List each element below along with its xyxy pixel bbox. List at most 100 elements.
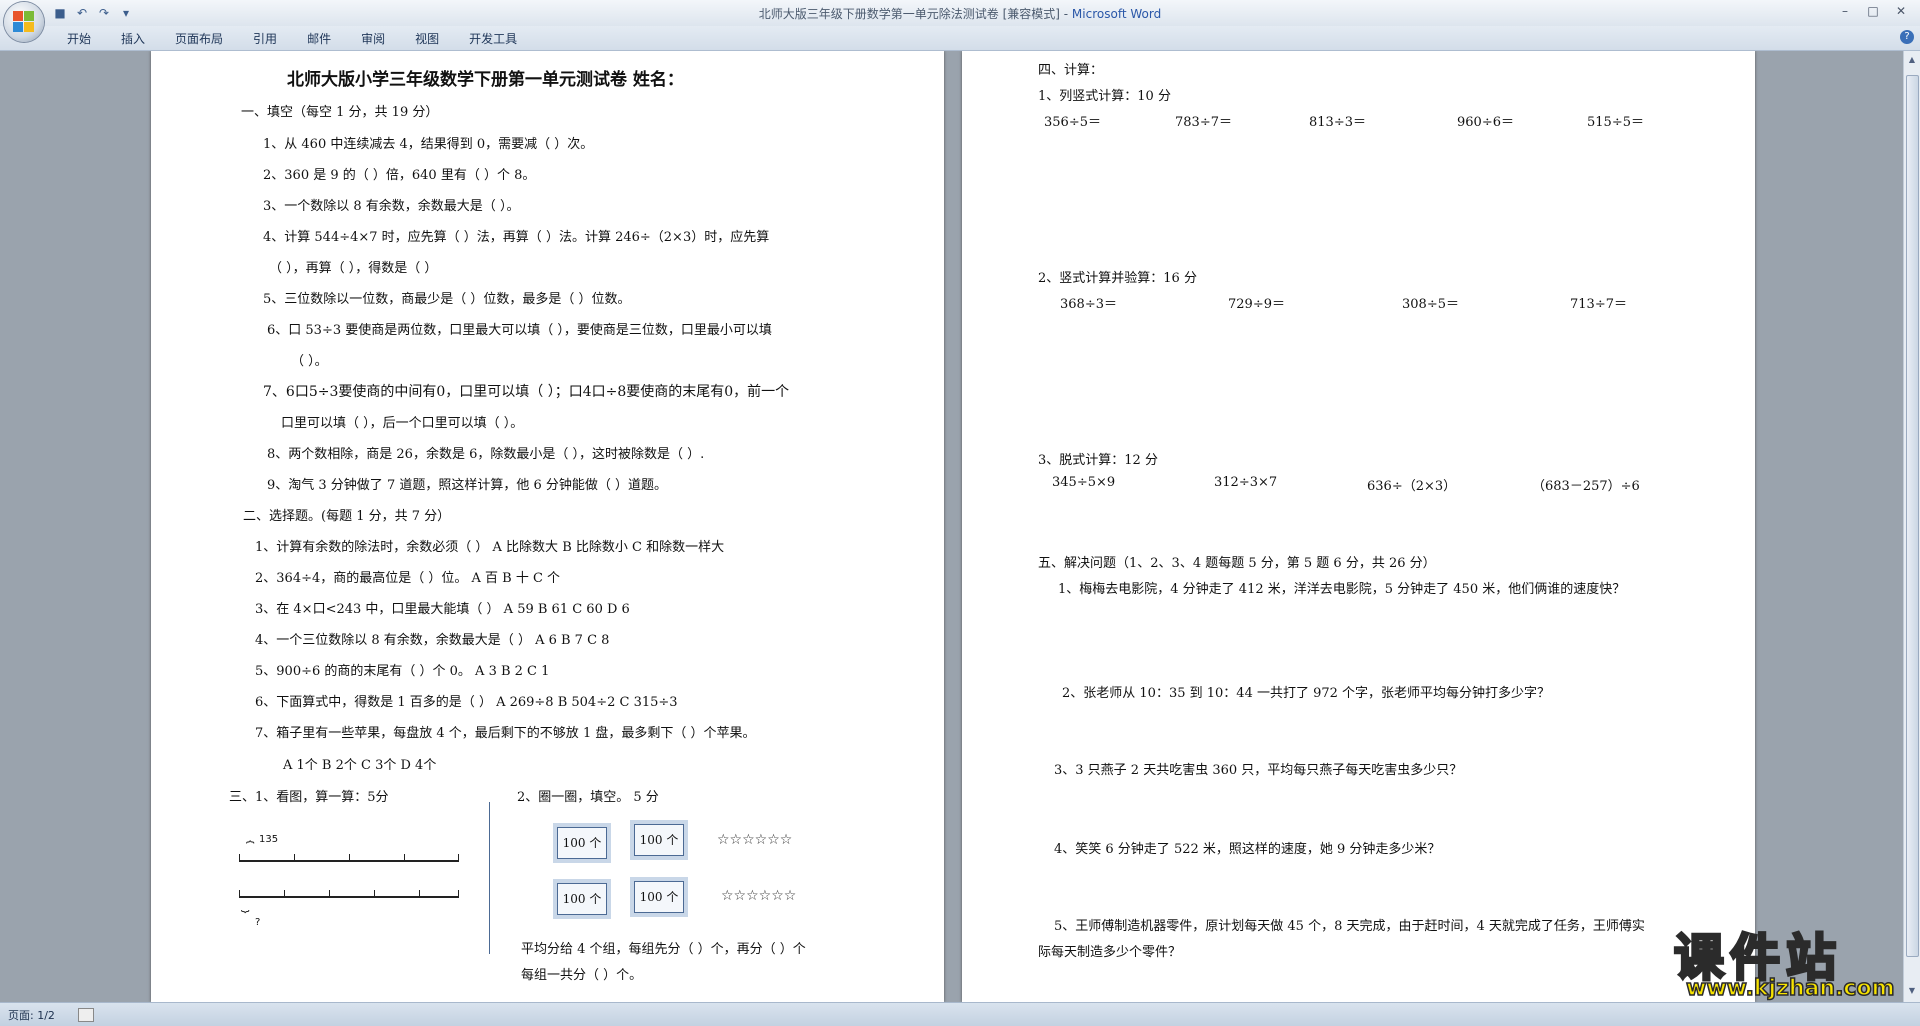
- calc-729: 729÷9＝: [1228, 297, 1285, 312]
- fill-item-8: 8、两个数相除，商是 26，余数是 6，除数最小是（ ），这时被除数是（ ）.: [267, 447, 705, 462]
- status-bar: 页面: 1/2: [0, 1002, 1920, 1026]
- title-bar: ■ ↶ ↷ ▾ 北师大版三年级下册数学第一单元除法测试卷 [兼容模式] - Mi…: [0, 0, 1920, 27]
- proofing-icon[interactable]: [78, 1008, 94, 1022]
- tab-references[interactable]: 引用: [238, 30, 292, 48]
- document-title: 北师大版三年级下册数学第一单元除法测试卷 [兼容模式] -: [758, 7, 1072, 21]
- tick: [284, 890, 285, 898]
- close-icon[interactable]: ✕: [1888, 2, 1914, 20]
- tab-insert[interactable]: 插入: [106, 30, 160, 48]
- maximize-icon[interactable]: □: [1860, 2, 1886, 20]
- choice-item-7-options: A 1个 B 2个 C 3个 D 4个: [283, 758, 437, 773]
- tick: [329, 890, 330, 898]
- choice-item-1: 1、计算有余数的除法时，余数必须（ ） A 比除数大 B 比除数小 C 和除数一…: [255, 540, 725, 555]
- watermark-logo: 课件站 www.kjzhan.com: [1673, 918, 1898, 1002]
- minimize-icon[interactable]: –: [1832, 2, 1858, 20]
- calc-312: 312÷3×7: [1214, 475, 1278, 490]
- section5-heading: 五、解决问题（1、2、3、4 题每题 5 分，第 5 题 6 分，共 26 分）: [1038, 556, 1436, 571]
- section4-heading: 四、计算：: [1038, 63, 1104, 78]
- brace-bottom: ⏟: [241, 897, 250, 913]
- fill-item-7: 7、6口5÷3要使商的中间有0，口里可以填（ ）；口4口÷8要使商的末尾有0，前…: [263, 384, 790, 400]
- problem-3: 3、3 只燕子 2 天共吃害虫 360 只，平均每只燕子每天吃害虫多少只？: [1054, 763, 1463, 778]
- section4-sub1: 1、列竖式计算：10 分: [1038, 89, 1171, 104]
- fill-item-4-cont: （ ），再算（ ），得数是（ ）: [269, 261, 438, 276]
- page-1[interactable]: 北师大版小学三年级数学下册第一单元测试卷 姓名： 一、填空（每空 1 分，共 1…: [151, 51, 944, 1002]
- choice-item-7: 7、箱子里有一些苹果，每盘放 4 个，最后剩下的不够放 1 盘，最多剩下（ ）个…: [255, 726, 756, 741]
- tab-page-layout[interactable]: 页面布局: [160, 30, 238, 48]
- calc-356: 356÷5＝: [1044, 115, 1101, 130]
- section-divider: [489, 802, 490, 954]
- stars-row-1: ☆☆☆☆☆☆: [717, 832, 793, 848]
- help-icon[interactable]: ?: [1900, 30, 1914, 44]
- scrollbar-thumb[interactable]: [1906, 75, 1919, 957]
- calc-713: 713÷7＝: [1570, 297, 1627, 312]
- document-area: 北师大版小学三年级数学下册第一单元测试卷 姓名： 一、填空（每空 1 分，共 1…: [0, 51, 1904, 1002]
- tick: [404, 854, 405, 862]
- scroll-down-icon[interactable]: ▼: [1906, 986, 1918, 998]
- scroll-up-icon[interactable]: ▲: [1906, 55, 1918, 67]
- office-button[interactable]: [4, 2, 44, 42]
- tick: [239, 890, 240, 898]
- fill-item-3: 3、一个数除以 8 有余数，余数最大是（ ）。: [263, 199, 520, 214]
- box-100-b: 100 个: [634, 824, 684, 856]
- fill-item-2: 2、360 是 9 的（ ）倍，640 里有（ ）个 8。: [263, 168, 536, 183]
- section4-sub3: 3、脱式计算：12 分: [1038, 453, 1158, 468]
- problem-5: 5、王师傅制造机器零件，原计划每天做 45 个，8 天完成，由于赶时间，4 天就…: [1054, 919, 1645, 934]
- status-page-number[interactable]: 页面: 1/2: [8, 1007, 55, 1023]
- tab-home[interactable]: 开始: [52, 30, 106, 48]
- tick: [419, 890, 420, 898]
- choice-item-2: 2、364÷4，商的最高位是（ ）位。 A 百 B 十 C 个: [255, 571, 561, 586]
- tab-mailings[interactable]: 邮件: [292, 30, 346, 48]
- fill-item-1: 1、从 460 中连续减去 4，结果得到 0，需要减（ ）次。: [263, 137, 594, 152]
- box-100-a: 100 个: [557, 827, 607, 859]
- tab-view[interactable]: 视图: [400, 30, 454, 48]
- vertical-scrollbar[interactable]: ▲ ▼: [1903, 51, 1920, 1002]
- calc-345: 345÷5×9: [1052, 475, 1116, 490]
- problem-2: 2、张老师从 10：35 到 10：44 一共打了 972 个字，张老师平均每分…: [1062, 686, 1551, 701]
- tick: [294, 854, 295, 862]
- fill-item-9: 9、淘气 3 分钟做了 7 道题，照这样计算，他 6 分钟能做（ ）道题。: [267, 478, 668, 493]
- window-controls: – □ ✕: [1832, 2, 1914, 20]
- tick: [239, 854, 240, 862]
- tab-review[interactable]: 审阅: [346, 30, 400, 48]
- choice-item-6: 6、下面算式中，得数是 1 百多的是（ ） A 269÷8 B 504÷2 C …: [255, 695, 678, 710]
- choice-item-3: 3、在 4×口<243 中，口里最大能填（ ） A 59 B 61 C 60 D…: [255, 602, 630, 617]
- tick: [349, 854, 350, 862]
- distribute-text-1: 平均分给 4 个组，每组先分（ ）个，再分（ ）个: [521, 942, 806, 957]
- segment-label-unknown: ?: [255, 917, 261, 928]
- calc-683: （683－257）÷6: [1532, 479, 1640, 494]
- problem-4: 4、笑笑 6 分钟走了 522 米，照这样的速度，她 9 分钟走多少米？: [1054, 842, 1441, 857]
- section4-sub2: 2、竖式计算并验算：16 分: [1038, 271, 1197, 286]
- window-title: 北师大版三年级下册数学第一单元除法测试卷 [兼容模式] - Microsoft …: [0, 5, 1920, 22]
- calc-308: 308÷5＝: [1402, 297, 1459, 312]
- stars-row-2: ☆☆☆☆☆☆: [721, 888, 797, 904]
- watermark-url: www.kjzhan.com: [1685, 975, 1895, 1002]
- fill-item-6: 6、口 53÷3 要使商是两位数，口里最大可以填（ ），要使商是三位数，口里最小…: [267, 323, 772, 338]
- line-diagram-bottom: [239, 896, 459, 898]
- calc-515: 515÷5＝: [1587, 115, 1644, 130]
- app-name: Microsoft Word: [1071, 7, 1162, 21]
- fill-item-6-cont: （ ）。: [291, 354, 328, 369]
- choice-item-4: 4、一个三位数除以 8 有余数，余数最大是（ ） A 6 B 7 C 8: [255, 633, 610, 648]
- distribute-text-2: 每组一共分（ ）个。: [521, 968, 643, 983]
- calc-636: 636÷（2×3）: [1367, 479, 1457, 494]
- brace-top: ⏞: [246, 841, 255, 857]
- fill-item-7-cont: 口里可以填（ ），后一个口里可以填（ ）。: [281, 416, 524, 431]
- problem-5-cont: 际每天制造多少个零件？: [1038, 945, 1182, 960]
- tick: [374, 890, 375, 898]
- ribbon-tab-bar: 开始 插入 页面布局 引用 邮件 审阅 视图 开发工具 ?: [0, 26, 1920, 51]
- section2-heading: 二、选择题。(每题 1 分，共 7 分）: [243, 509, 451, 524]
- calc-783: 783÷7＝: [1175, 115, 1232, 130]
- segment-label-135: 135: [259, 834, 279, 845]
- calc-813: 813÷3＝: [1309, 115, 1366, 130]
- tab-developer[interactable]: 开发工具: [454, 30, 532, 48]
- section3-heading: 三、1、看图，算一算：5分: [229, 790, 389, 805]
- calc-960: 960÷6＝: [1457, 115, 1514, 130]
- page-2[interactable]: 四、计算： 1、列竖式计算：10 分 356÷5＝ 783÷7＝ 813÷3＝ …: [962, 51, 1755, 1002]
- problem-1: 1、梅梅去电影院，4 分钟走了 412 米，洋洋去电影院，5 分钟走了 450 …: [1058, 582, 1626, 597]
- fill-item-5: 5、三位数除以一位数，商最少是（ ）位数，最多是（ ）位数。: [263, 292, 631, 307]
- box-100-c: 100 个: [557, 883, 607, 915]
- office-logo-icon: [13, 11, 35, 33]
- calc-368: 368÷3＝: [1060, 297, 1117, 312]
- tick: [458, 890, 459, 898]
- choice-item-5: 5、900÷6 的商的末尾有（ ）个 0。 A 3 B 2 C 1: [255, 664, 550, 679]
